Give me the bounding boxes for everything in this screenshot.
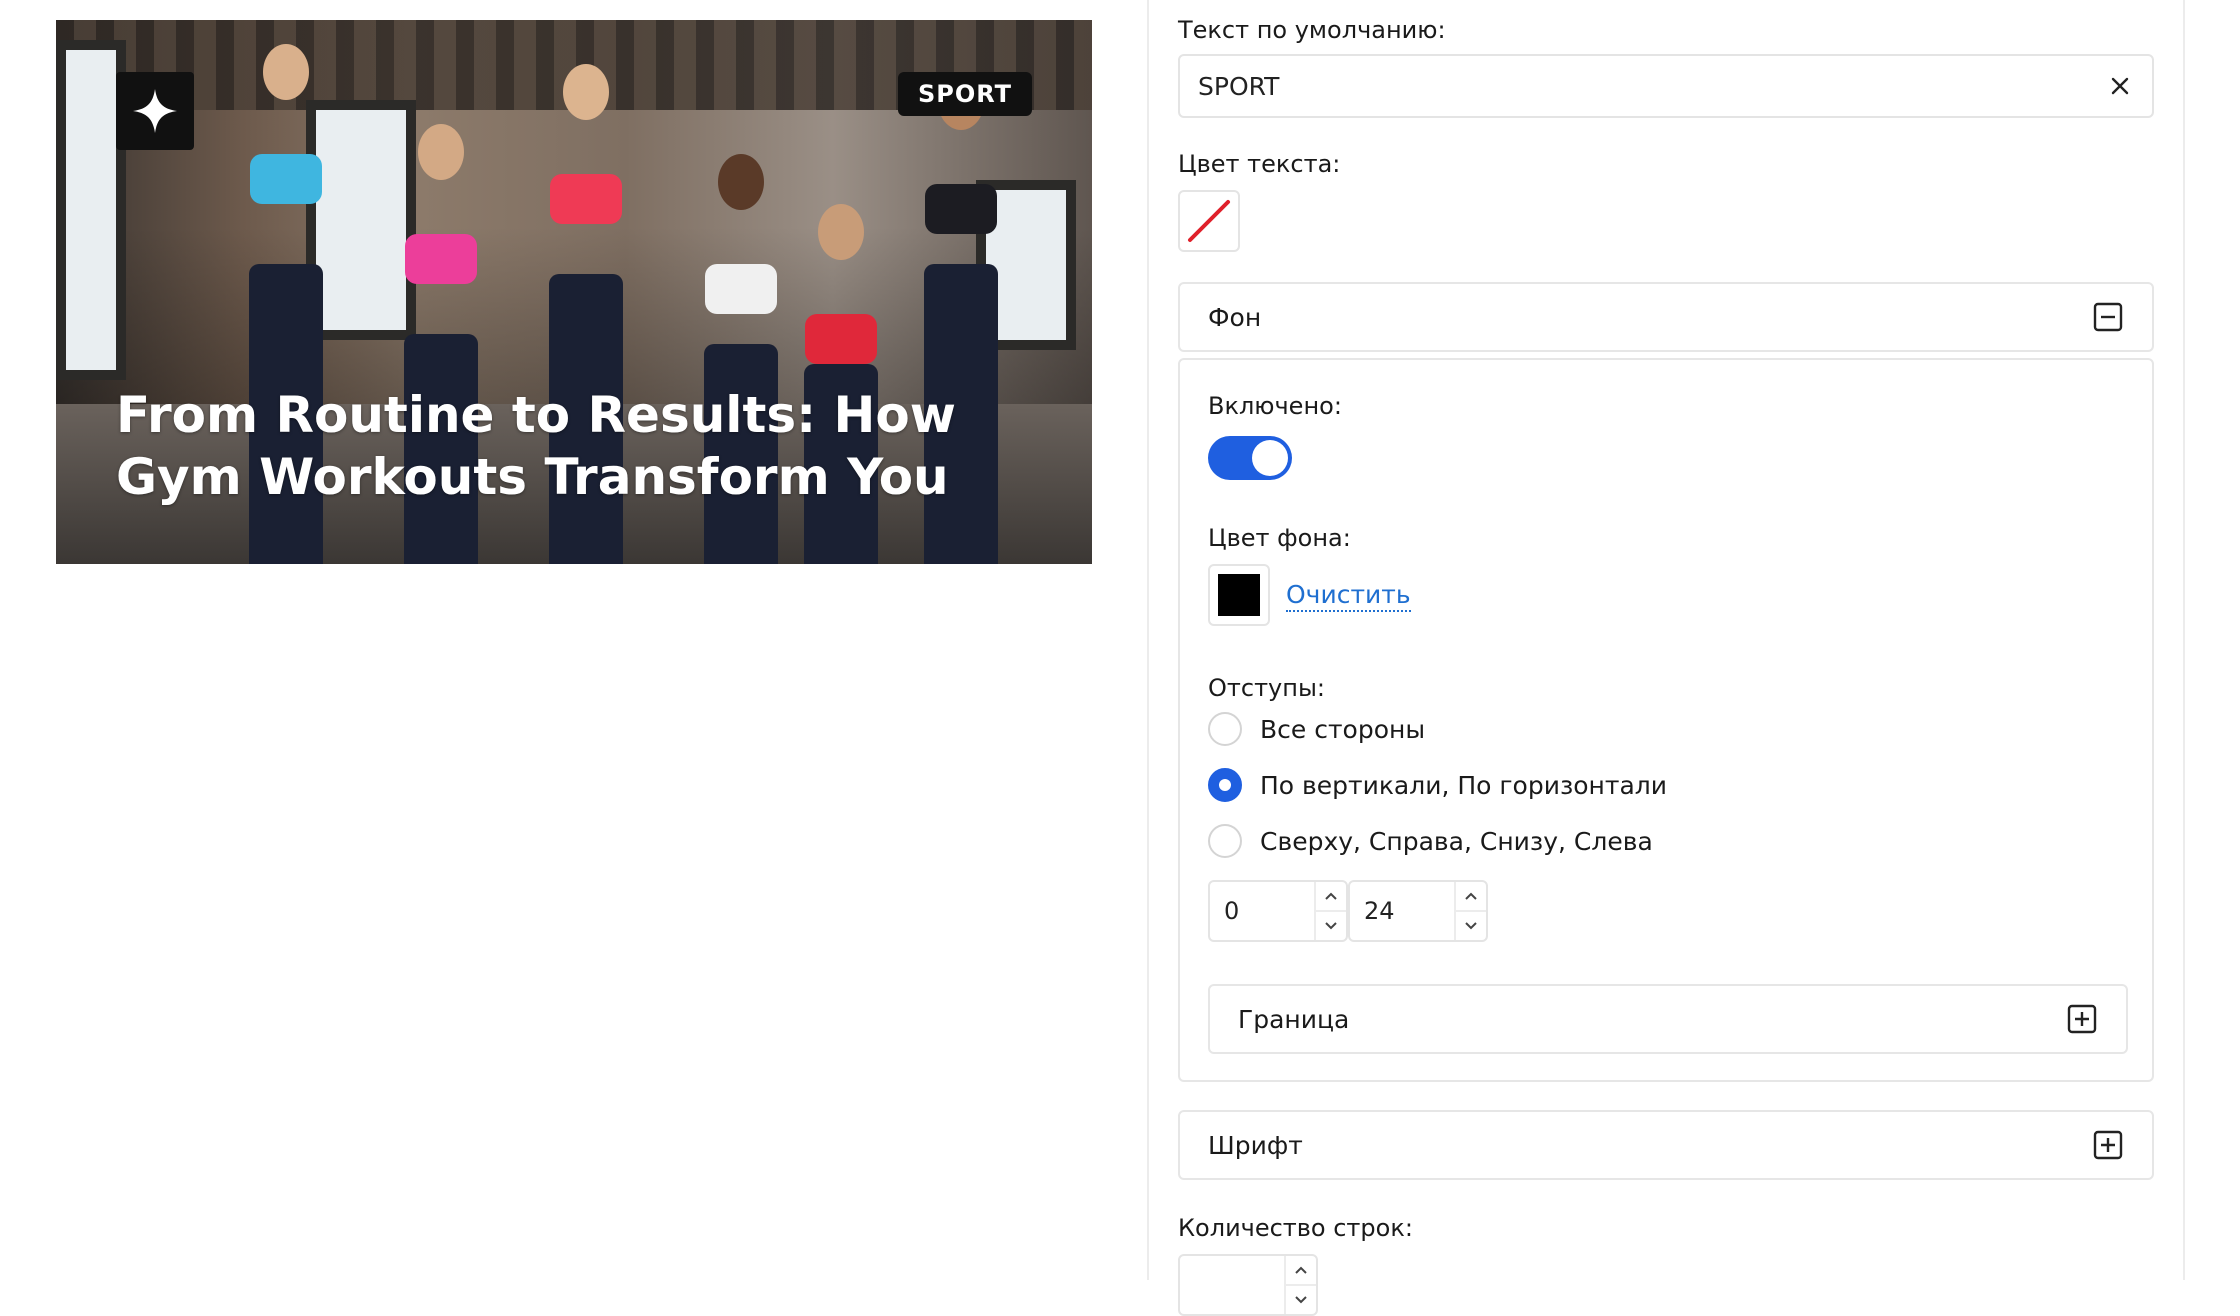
padding-option-vertical-horizontal[interactable]: По вертикали, По горизонтали xyxy=(1208,768,1667,802)
padding-option-all[interactable]: Все стороны xyxy=(1208,712,1425,746)
default-text-value[interactable]: SPORT xyxy=(1198,72,2106,101)
panel-divider xyxy=(1147,0,1149,1280)
text-color-label: Цвет текста: xyxy=(1178,150,1341,178)
padding-horizontal-stepper[interactable]: 24 xyxy=(1348,880,1488,942)
border-section-title: Граница xyxy=(1238,1004,1350,1034)
padding-vertical-value[interactable]: 0 xyxy=(1210,882,1314,940)
expand-icon[interactable] xyxy=(2092,1129,2124,1161)
radio-button[interactable] xyxy=(1208,768,1242,802)
padding-horizontal-value[interactable]: 24 xyxy=(1350,882,1454,940)
background-section-title: Фон xyxy=(1208,302,1262,332)
bg-color-fill xyxy=(1218,574,1260,616)
font-section-title: Шрифт xyxy=(1208,1130,1303,1160)
radio-button[interactable] xyxy=(1208,824,1242,858)
no-color-icon xyxy=(1188,200,1230,242)
padding-option-each-side[interactable]: Сверху, Справа, Снизу, Слева xyxy=(1208,824,1653,858)
background-section-body: Включено: Цвет фона: Очистить Отступы: В… xyxy=(1178,358,2154,1082)
chevron-down-icon[interactable] xyxy=(1316,910,1346,940)
chevron-up-icon[interactable] xyxy=(1316,882,1346,910)
category-badge: SPORT xyxy=(897,72,1032,116)
panel-divider xyxy=(2183,0,2185,1280)
padding-vertical-stepper[interactable]: 0 xyxy=(1208,880,1348,942)
padding-label: Отступы: xyxy=(1208,674,1325,702)
background-section-header[interactable]: Фон xyxy=(1178,282,2154,352)
padding-option-label: Сверху, Справа, Снизу, Слева xyxy=(1260,826,1653,856)
preview-card: SPORT From Routine to Results: How Gym W… xyxy=(56,20,1092,564)
expand-icon[interactable] xyxy=(2066,1003,2098,1035)
padding-option-label: Все стороны xyxy=(1260,714,1426,744)
default-text-label: Текст по умолчанию: xyxy=(1178,16,1446,44)
chevron-up-icon[interactable] xyxy=(1456,882,1486,910)
preview-title: From Routine to Results: How Gym Workout… xyxy=(116,386,956,506)
text-color-swatch[interactable] xyxy=(1178,190,1240,252)
collapse-icon[interactable] xyxy=(2092,301,2124,333)
close-icon[interactable] xyxy=(2106,72,2134,100)
line-count-value[interactable] xyxy=(1180,1256,1284,1314)
toggle-knob xyxy=(1252,440,1288,476)
enabled-toggle[interactable] xyxy=(1208,436,1292,480)
border-section-header[interactable]: Граница xyxy=(1208,984,2128,1054)
radio-button[interactable] xyxy=(1208,712,1242,746)
default-text-field[interactable]: SPORT xyxy=(1178,54,2154,118)
bg-color-swatch[interactable] xyxy=(1208,564,1270,626)
clear-color-link[interactable]: Очистить xyxy=(1286,580,1411,612)
chevron-down-icon[interactable] xyxy=(1286,1284,1316,1314)
chevron-down-icon[interactable] xyxy=(1456,910,1486,940)
line-count-stepper[interactable] xyxy=(1178,1254,1318,1316)
padding-option-label: По вертикали, По горизонтали xyxy=(1260,770,1668,800)
sparkle-icon xyxy=(116,72,194,150)
line-count-label: Количество строк: xyxy=(1178,1214,1413,1242)
font-section-header[interactable]: Шрифт xyxy=(1178,1110,2154,1180)
enabled-label: Включено: xyxy=(1208,392,1342,420)
bg-color-label: Цвет фона: xyxy=(1208,524,1351,552)
